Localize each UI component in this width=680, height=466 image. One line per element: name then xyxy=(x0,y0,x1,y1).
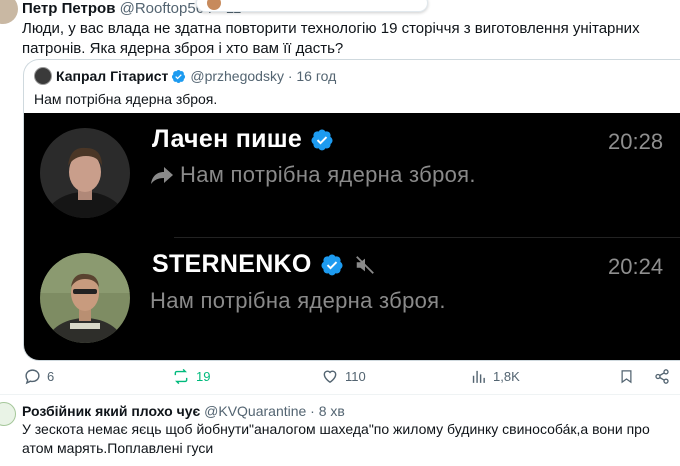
reply-button[interactable]: 6 xyxy=(24,368,54,385)
message-avatar xyxy=(40,128,130,218)
post-actions: 6 19 110 1,8K xyxy=(0,368,680,388)
heart-icon xyxy=(323,370,337,384)
bookmark-button[interactable] xyxy=(619,368,640,385)
reply-author-name[interactable]: Розбійник який плохо чує xyxy=(22,403,200,419)
message-divider xyxy=(174,237,680,238)
quote-image[interactable]: Лачен пише 20:28 Нам потрібна ядерна збр… xyxy=(24,113,680,360)
message-sender-name: Лачен пише xyxy=(152,125,334,154)
message-sender-name: STERNENKO xyxy=(152,250,376,279)
message-text: Нам потрібна ядерна зброя. xyxy=(150,288,446,313)
quote-avatar[interactable] xyxy=(34,67,52,85)
verified-icon xyxy=(172,69,186,83)
verified-icon xyxy=(321,254,343,275)
forward-icon xyxy=(151,167,173,184)
bookmark-icon xyxy=(621,370,632,384)
message-time: 20:24 xyxy=(608,254,664,279)
views-button[interactable]: 1,8K xyxy=(470,368,520,385)
share-icon xyxy=(655,369,669,384)
muted-icon xyxy=(355,255,374,274)
message-time: 20:28 xyxy=(608,129,664,154)
like-button[interactable]: 110 xyxy=(321,368,366,385)
verified-icon xyxy=(311,129,333,150)
divider xyxy=(0,394,680,395)
reply-author-avatar[interactable] xyxy=(0,402,16,426)
views-icon xyxy=(472,370,485,383)
share-button[interactable] xyxy=(654,368,676,385)
pill-avatar xyxy=(207,0,221,10)
quote-author-name[interactable]: Капрал Гітарист xyxy=(56,67,168,85)
message-avatar xyxy=(40,253,130,343)
reply-text: У зескота немає яєць щоб йобнути"аналого… xyxy=(22,421,650,456)
reply-icon xyxy=(25,369,40,385)
quote-author-handle[interactable]: @przhegodsky · 16 год xyxy=(190,67,336,85)
reply-author-handle[interactable]: @KVQuarantine · 8 хв xyxy=(204,403,345,419)
author-name[interactable]: Петр Петров xyxy=(22,0,115,17)
post-text: Люди, у вас влада не здатна повторити те… xyxy=(22,20,640,57)
quote-text: Нам потрібна ядерна зброя. xyxy=(34,91,218,107)
quoted-post[interactable]: Капрал Гітарист @przhegodsky · 16 год На… xyxy=(23,59,680,361)
repost-icon xyxy=(174,368,188,385)
message-text: Нам потрібна ядерна зброя. xyxy=(150,162,476,188)
author-avatar[interactable] xyxy=(0,0,18,24)
quote-header: Капрал Гітарист @przhegodsky · 16 год xyxy=(34,67,336,85)
new-posts-pill[interactable] xyxy=(196,0,428,12)
reply-header: Розбійник який плохо чує @KVQuarantine ·… xyxy=(22,402,345,420)
repost-button[interactable]: 19 xyxy=(172,368,210,385)
